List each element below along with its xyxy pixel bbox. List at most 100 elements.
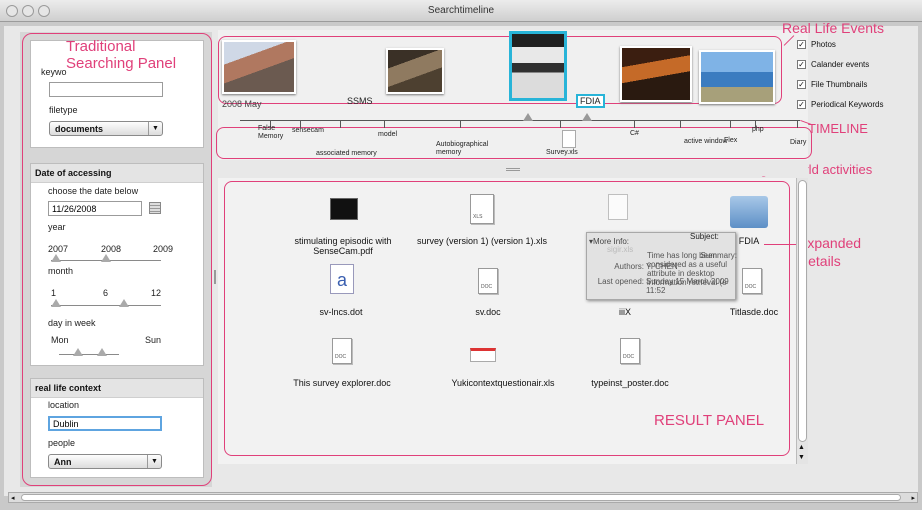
- timeline-keyword[interactable]: Diary: [790, 139, 806, 146]
- real-life-events-annotation-frame: [218, 36, 782, 104]
- result-item-name[interactable]: sv-lncs.dot: [296, 307, 386, 317]
- result-item-name[interactable]: survey (version 1) (version 1).xls: [414, 236, 550, 246]
- event-photo-beach[interactable]: [699, 50, 775, 104]
- timeline-tick: [560, 120, 561, 128]
- timeline-range-knob-end[interactable]: [582, 113, 592, 121]
- keyword-label: keywo: [41, 67, 67, 77]
- calendar-event-ssms[interactable]: SSMS: [347, 96, 373, 106]
- people-value: Ann: [54, 457, 72, 467]
- filetype-label: filetype: [49, 105, 78, 115]
- date-input[interactable]: [48, 201, 142, 216]
- window-horizontal-scrollbar[interactable]: ◂ ▸: [8, 492, 918, 503]
- month-tick-12: 12: [151, 288, 162, 298]
- annotation-traditional-panel: Traditional Searching Panel: [66, 38, 177, 72]
- year-slider-knob-end[interactable]: [101, 254, 111, 262]
- week-slider-knob-end[interactable]: [97, 348, 107, 356]
- month-slider-track[interactable]: [51, 305, 161, 306]
- doc-file-icon[interactable]: DOC: [742, 268, 762, 294]
- result-item-name[interactable]: iiiX: [610, 307, 640, 317]
- timeline-keyword[interactable]: Survey.xls: [546, 149, 578, 156]
- pdf-thumbnail-icon[interactable]: [330, 198, 358, 220]
- year-slider-knob-start[interactable]: [51, 254, 61, 262]
- date-header: Date of accessing: [31, 164, 203, 183]
- result-item-name[interactable]: typeinst_poster.doc: [580, 378, 680, 388]
- timeline-keyword[interactable]: associated memory: [316, 150, 377, 157]
- year-tick-2009: 2009: [153, 244, 174, 254]
- option-checkbox[interactable]: ✓: [797, 100, 806, 109]
- scrollbar-thumb[interactable]: [798, 180, 807, 442]
- event-photo-selected[interactable]: [509, 31, 567, 101]
- week-tick-sun: Sun: [145, 335, 162, 345]
- event-photo-dinner[interactable]: [620, 46, 692, 102]
- timeline-keyword[interactable]: active window: [684, 138, 728, 145]
- context-header: real life context: [31, 379, 203, 398]
- people-select[interactable]: Ann ▼: [48, 454, 162, 469]
- timeline-keyword[interactable]: sensecam: [292, 127, 324, 134]
- location-input[interactable]: [48, 416, 162, 431]
- option-row[interactable]: ✓ Calander events: [797, 60, 869, 69]
- timeline-keyword[interactable]: C#: [630, 130, 639, 137]
- calendar-icon[interactable]: [149, 202, 161, 214]
- timeline-tick: [460, 120, 461, 128]
- week-slider-knob-start[interactable]: [73, 348, 83, 356]
- month-tick-1: 1: [51, 288, 57, 298]
- scroll-left-icon[interactable]: ◂: [11, 494, 15, 502]
- xls-file-icon[interactable]: [470, 348, 496, 362]
- option-label: Calander events: [811, 60, 870, 69]
- timeline-range-knob-start[interactable]: [523, 113, 533, 121]
- year-label: year: [48, 222, 66, 232]
- option-row[interactable]: ✓ File Thumbnails: [797, 80, 867, 89]
- event-photo-band[interactable]: [386, 48, 444, 94]
- scroll-up-icon[interactable]: ▲: [798, 444, 805, 451]
- doc-file-icon[interactable]: DOC: [478, 268, 498, 294]
- option-label: Photos: [811, 40, 836, 49]
- timeline-keyword[interactable]: model: [378, 131, 397, 138]
- annotation-expanded-details: Expanded Details: [798, 235, 862, 269]
- title-bar: Searchtimeline: [0, 0, 922, 22]
- event-photo-street[interactable]: [222, 40, 296, 94]
- timeline-keyword[interactable]: Flex: [724, 137, 737, 144]
- month-slider-knob-end[interactable]: [119, 299, 129, 307]
- result-item-name[interactable]: sv.doc: [458, 307, 518, 317]
- xls-file-icon[interactable]: XLS: [470, 194, 494, 224]
- horizontal-splitter[interactable]: [218, 164, 808, 176]
- scroll-right-icon[interactable]: ▸: [911, 494, 915, 502]
- timeline-keyword[interactable]: php: [752, 126, 764, 133]
- week-slider-track[interactable]: [59, 354, 119, 355]
- annotation-details-arrow: [764, 244, 798, 245]
- survey-xls-thumbnail[interactable]: [562, 130, 576, 148]
- result-item-name[interactable]: FDIA: [734, 236, 764, 246]
- keyword-input[interactable]: [49, 82, 163, 97]
- chevron-down-icon: ▼: [147, 455, 161, 468]
- option-row[interactable]: ✓ Periodical Keywords: [797, 100, 883, 109]
- authors-label: Authors:: [614, 262, 644, 271]
- doc-file-icon[interactable]: DOC: [332, 338, 352, 364]
- vertical-splitter-handle[interactable]: [214, 270, 216, 284]
- option-checkbox[interactable]: ✓: [797, 80, 806, 89]
- dot-file-icon[interactable]: a: [330, 264, 354, 294]
- filetype-select[interactable]: documents ▼: [49, 121, 163, 136]
- week-tick-mon: Mon: [51, 335, 69, 345]
- option-checkbox[interactable]: ✓: [797, 60, 806, 69]
- option-checkbox[interactable]: ✓: [797, 40, 806, 49]
- scroll-down-icon[interactable]: ▼: [798, 454, 805, 461]
- result-item-name[interactable]: Yukicontextquestionair.xls: [448, 378, 558, 388]
- option-row[interactable]: ✓ Photos: [797, 40, 836, 49]
- annotation-result-panel: RESULT PANEL: [654, 412, 765, 429]
- annotation-real-life-events: Real Life Events: [782, 20, 884, 36]
- horizontal-scrollbar-thumb[interactable]: [21, 494, 901, 501]
- annotation-timeline: TIMELINE: [808, 121, 868, 136]
- doc-file-icon[interactable]: DOC: [620, 338, 640, 364]
- option-label: File Thumbnails: [811, 80, 868, 89]
- timeline-keyword[interactable]: Autobiographical memory: [436, 141, 496, 157]
- xls-file-icon: [608, 194, 628, 220]
- result-item-name[interactable]: Titlasde.doc: [716, 307, 792, 317]
- result-vertical-scrollbar[interactable]: ▲ ▼: [796, 178, 808, 464]
- timeline-axis: [240, 120, 800, 121]
- timeline-keyword[interactable]: False Memory: [258, 125, 292, 141]
- calendar-event-fdia[interactable]: FDIA: [576, 94, 605, 108]
- folder-icon[interactable]: [730, 196, 768, 228]
- month-slider-knob-start[interactable]: [51, 299, 61, 307]
- result-item-name[interactable]: This survey explorer.doc: [282, 378, 402, 388]
- result-item-name[interactable]: stimulating episodic with SenseCam.pdf: [278, 236, 408, 256]
